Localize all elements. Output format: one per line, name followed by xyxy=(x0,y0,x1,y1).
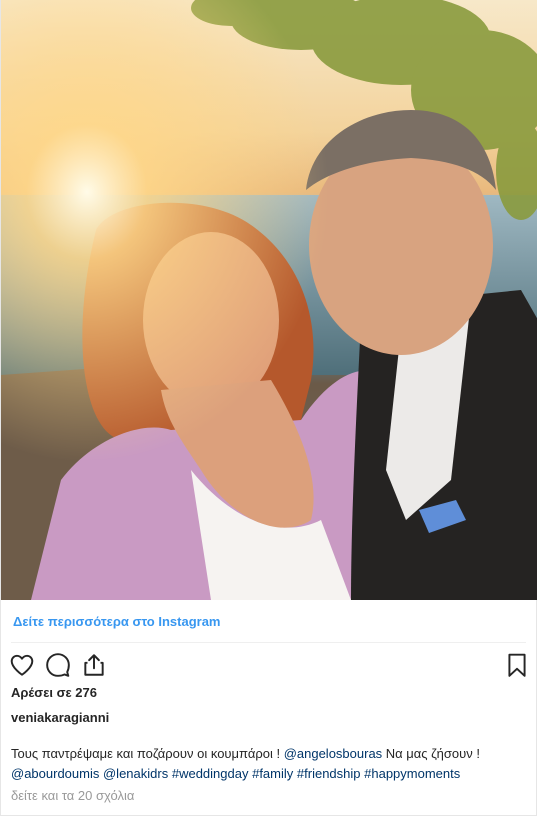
post-photo[interactable] xyxy=(1,0,537,600)
share-icon xyxy=(84,654,104,676)
like-button[interactable] xyxy=(9,652,35,678)
comment-button[interactable] xyxy=(45,652,71,678)
caption-text: Τους παντρέψαμε και ποζάρουν οι κουμπάρο… xyxy=(11,746,284,761)
likes-count[interactable]: Αρέσει σε 276 xyxy=(11,685,97,700)
comment-icon xyxy=(46,653,70,677)
bookmark-icon xyxy=(508,653,526,677)
mention-angelosbouras[interactable]: @angelosbouras xyxy=(284,746,382,761)
hashtag-happymoments[interactable]: #happymoments xyxy=(364,766,460,781)
divider xyxy=(11,642,526,643)
hashtag-weddingday[interactable]: #weddingday xyxy=(172,766,249,781)
mention-abourdoumis[interactable]: @abourdoumis xyxy=(11,766,99,781)
hashtag-friendship[interactable]: #friendship xyxy=(297,766,361,781)
heart-icon xyxy=(10,654,34,676)
caption-text-2: Να μας ζήσουν ! xyxy=(382,746,480,761)
instagram-embed: Δείτε περισσότερα στο Instagram Αρέσει σ… xyxy=(0,0,537,816)
post-caption: Τους παντρέψαμε και ποζάρουν οι κουμπάρο… xyxy=(11,744,531,784)
view-all-comments-link[interactable]: δείτε και τα 20 σχόλια xyxy=(11,788,134,803)
share-button[interactable] xyxy=(81,652,107,678)
save-button[interactable] xyxy=(504,652,530,678)
view-more-on-instagram-link[interactable]: Δείτε περισσότερα στο Instagram xyxy=(13,612,221,632)
photo-illustration xyxy=(1,0,537,600)
hashtag-family[interactable]: #family xyxy=(252,766,293,781)
post-username[interactable]: veniakaragianni xyxy=(11,710,109,725)
mention-lenakidrs[interactable]: @lenakidrs xyxy=(103,766,168,781)
